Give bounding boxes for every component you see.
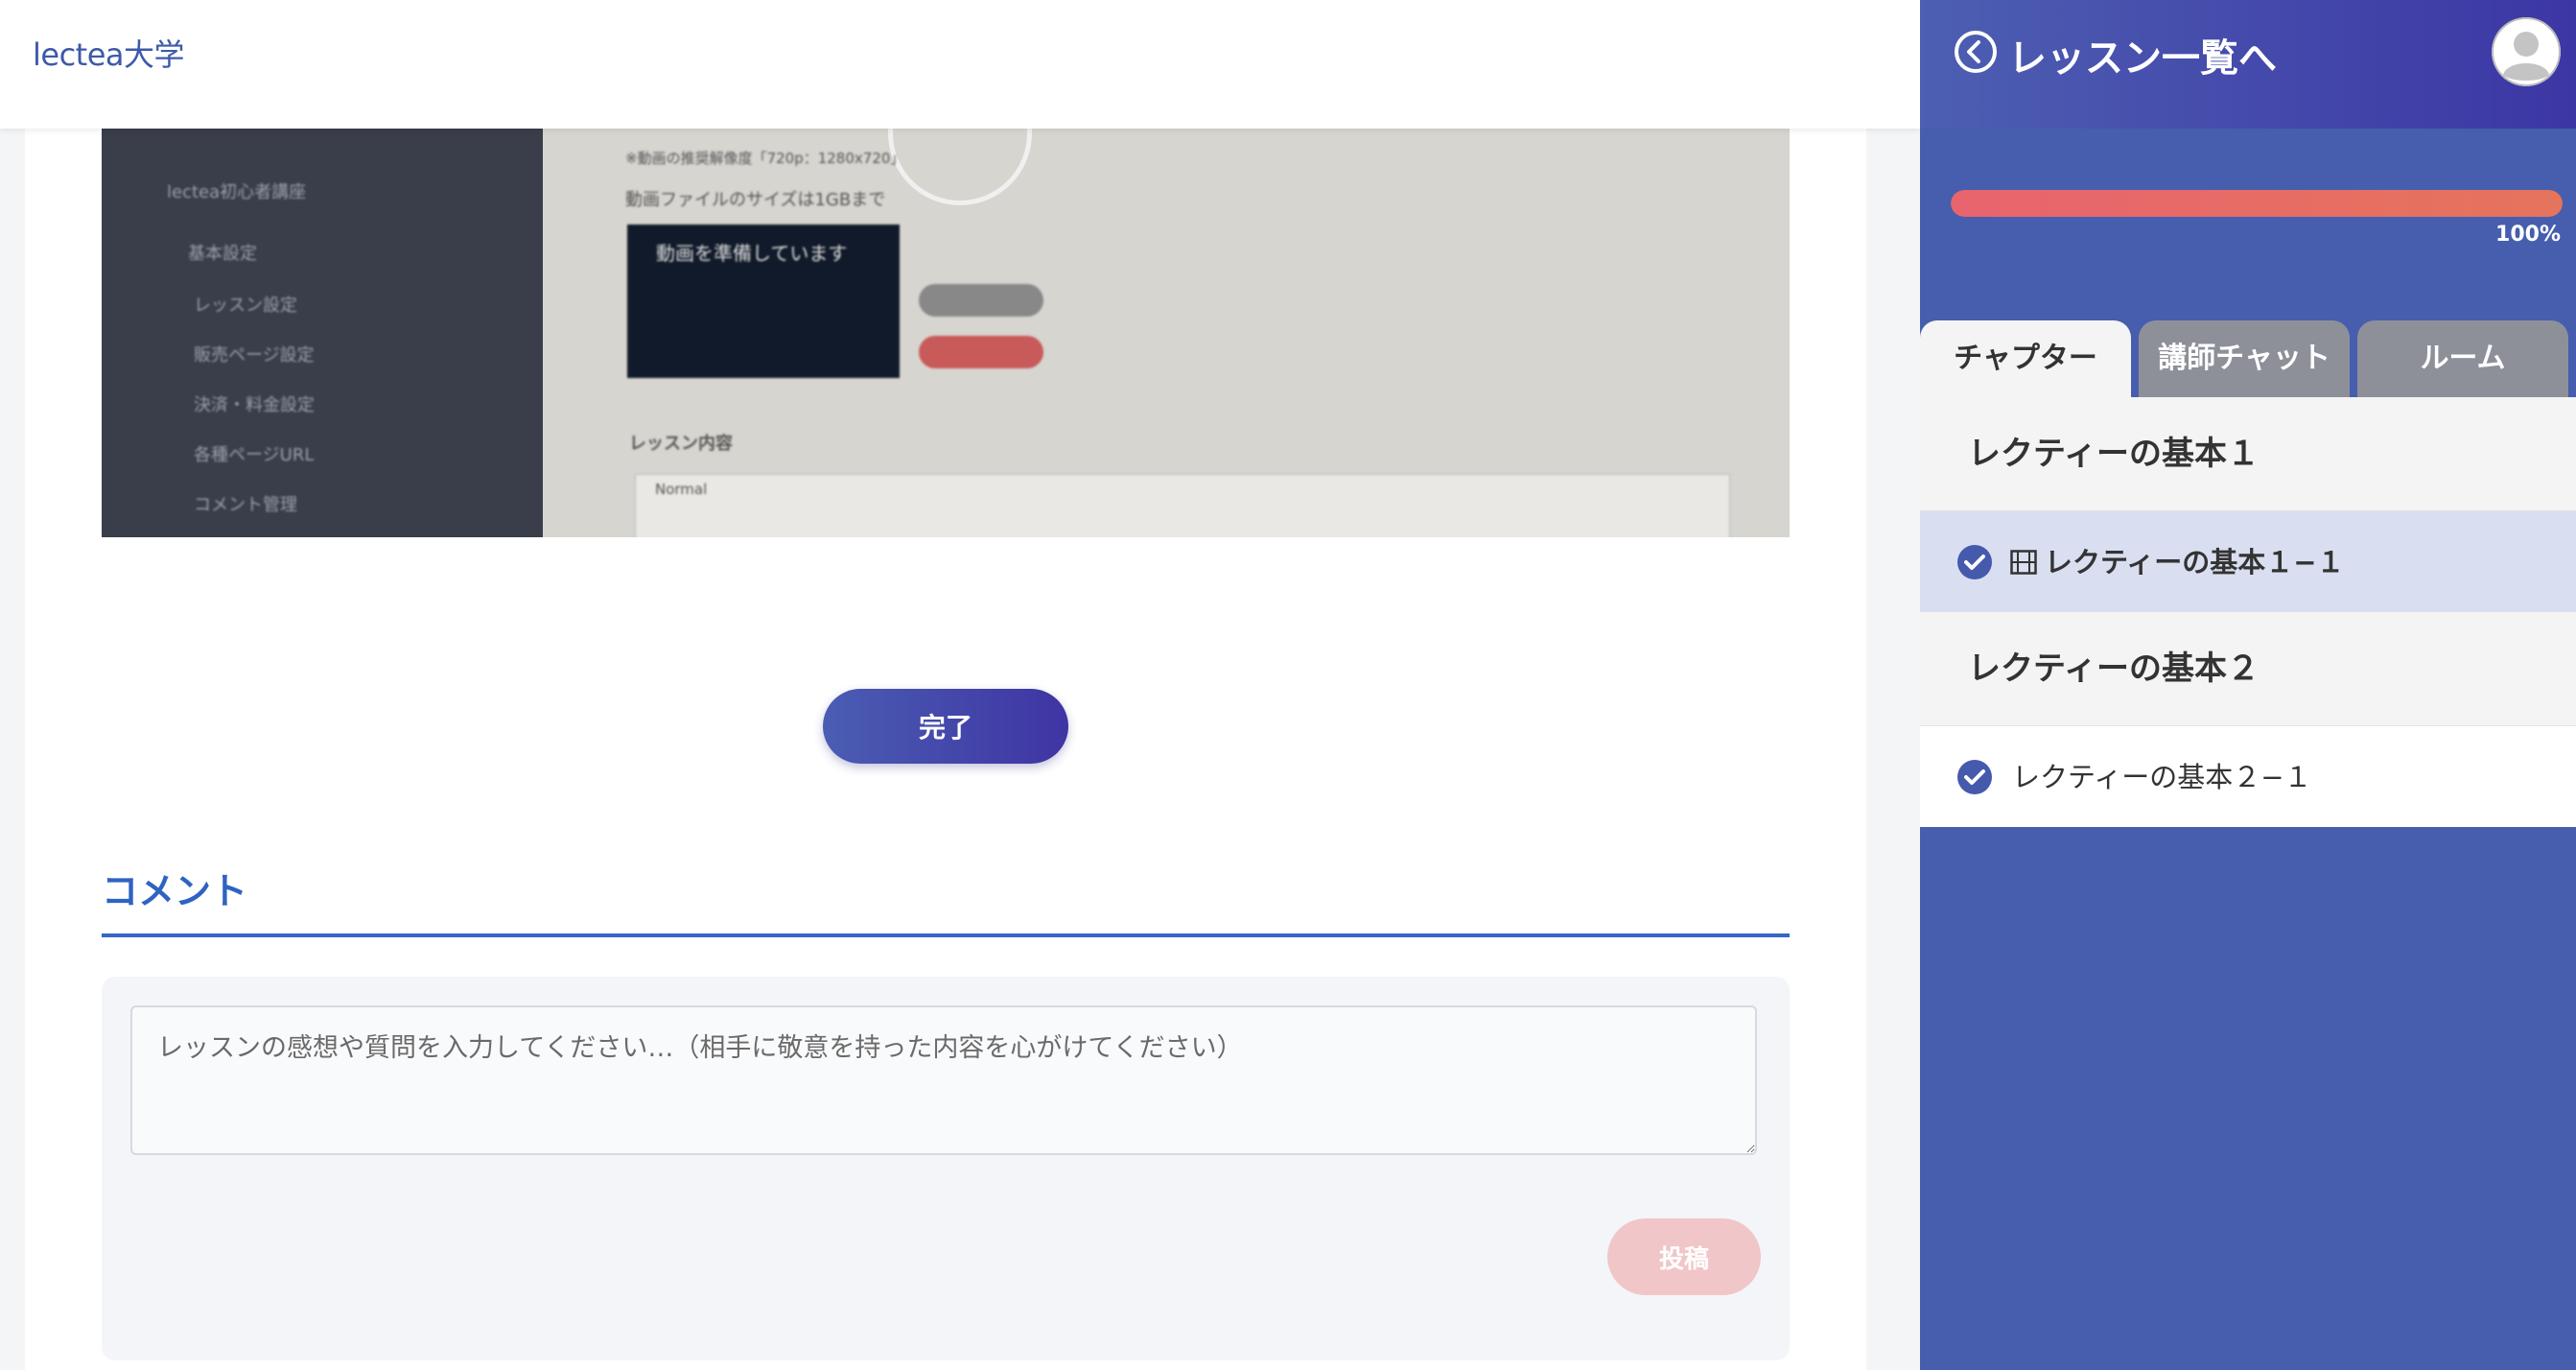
- panel-tabs: チャプター 講師チャット ルーム: [1920, 320, 2576, 397]
- tab-chapter[interactable]: チャプター: [1920, 320, 2131, 397]
- video-sidebar-item: コメント管理: [194, 495, 297, 515]
- back-arrow-icon[interactable]: [1953, 29, 1999, 75]
- complete-button[interactable]: 完了: [823, 689, 1068, 764]
- comment-heading: コメント: [102, 870, 248, 912]
- video-sidebar: lectea初心者講座 基本設定 レッスン設定 販売ページ設定 決済・料金設定 …: [102, 129, 543, 537]
- video-editor: Normal: [635, 474, 1730, 537]
- progress-label: 100%: [2495, 223, 2561, 247]
- chapter-list: レクティーの基本１ レクティーの基本１−１ レクティーの基本２ レクティーの基本…: [1920, 397, 2576, 827]
- top-header: lectea大学: [0, 0, 1920, 129]
- video-select-pill: [919, 284, 1043, 317]
- lesson-item[interactable]: レクティーの基本１−１: [1920, 510, 2576, 612]
- lesson-label: レクティーの基本１−１: [2045, 546, 2345, 579]
- comment-divider: [102, 933, 1790, 937]
- video-editor-format: Normal: [655, 481, 708, 498]
- video-preview-box: 動画を準備しています: [627, 224, 900, 378]
- video-lesson-content-label: レッスン内容: [629, 434, 733, 454]
- video-note-filesize: 動画ファイルのサイズは1GBまで: [625, 190, 886, 210]
- lesson-label: レクティーの基本２−１: [2012, 761, 2312, 793]
- video-sidebar-item: 販売ページ設定: [194, 345, 315, 366]
- lesson-video[interactable]: lectea初心者講座 基本設定 レッスン設定 販売ページ設定 決済・料金設定 …: [102, 129, 1790, 537]
- chapter-title[interactable]: レクティーの基本１: [1920, 397, 2576, 510]
- lesson-panel: レッスン一覧へ 100% チャプター 講師チャット ルーム レクティーの基本１: [1920, 0, 2576, 1370]
- play-ring-icon: [888, 129, 1032, 205]
- lesson-item[interactable]: レクティーの基本２−１: [1920, 725, 2576, 827]
- brand-logo[interactable]: lectea大学: [33, 31, 185, 75]
- progress-bar: [1951, 190, 2563, 217]
- film-icon: [2010, 550, 2037, 575]
- check-circle-icon: [1957, 760, 1992, 794]
- chapter-title[interactable]: レクティーの基本２: [1920, 612, 2576, 725]
- video-note-resolution: ※動画の推奨解像度「720p：1280x720」: [625, 150, 905, 167]
- progress-fill: [1951, 190, 2563, 217]
- video-sidebar-item: 基本設定: [188, 244, 257, 264]
- back-to-lessons-link[interactable]: レッスン一覧へ: [2008, 27, 2277, 83]
- comment-input[interactable]: [130, 1005, 1757, 1155]
- post-button[interactable]: 投稿: [1607, 1218, 1761, 1295]
- video-sidebar-item: lectea初心者講座: [167, 182, 307, 202]
- video-sidebar-item: 決済・料金設定: [194, 395, 315, 415]
- check-circle-icon: [1957, 545, 1992, 579]
- tab-room[interactable]: ルーム: [2357, 320, 2568, 397]
- user-avatar-icon[interactable]: [2492, 17, 2561, 86]
- video-sidebar-item: レッスン設定: [194, 295, 297, 316]
- comment-form: 投稿: [102, 977, 1790, 1360]
- video-preparing-text: 動画を準備しています: [656, 242, 848, 265]
- tab-instructor-chat[interactable]: 講師チャット: [2139, 320, 2350, 397]
- video-sidebar-item: 各種ページURL: [194, 445, 315, 465]
- panel-header: レッスン一覧へ: [1920, 0, 2576, 129]
- video-delete-pill: [919, 336, 1043, 368]
